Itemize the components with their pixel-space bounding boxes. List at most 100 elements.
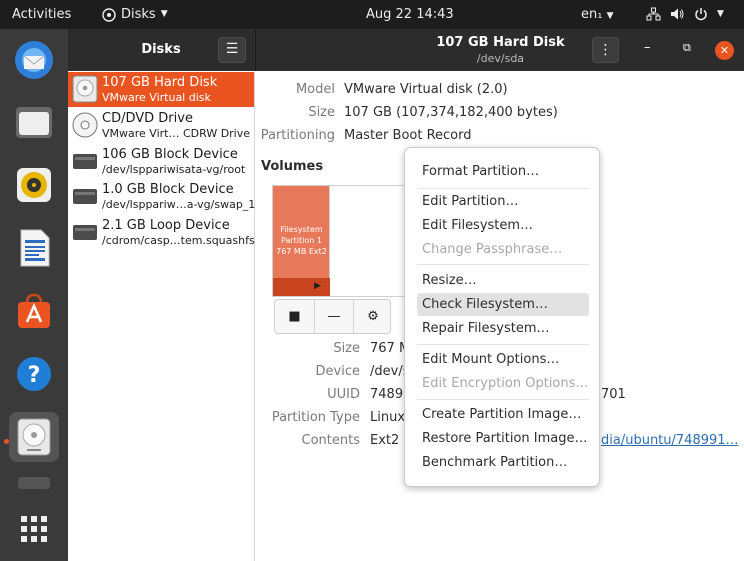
- model-value: VMware Virtual disk (2.0): [344, 82, 508, 97]
- top-bar: Activities Disks ▼ Aug 22 14:43 en₁ ▼ ▼: [0, 0, 744, 29]
- dock-writer[interactable]: [9, 223, 59, 273]
- files-icon: [16, 107, 52, 138]
- hard-disk-icon: [72, 75, 98, 103]
- device-name: 107 GB Hard Disk: [102, 75, 218, 90]
- device-item-hard-disk[interactable]: 107 GB Hard Disk VMware Virtual disk: [68, 72, 254, 107]
- dock-files[interactable]: [9, 97, 59, 147]
- uuid-label: UUID: [327, 387, 360, 402]
- device-item-root-volume[interactable]: 106 GB Block Device /dev/lsppariwisata-v…: [68, 144, 254, 179]
- play-icon: ▶: [314, 281, 321, 291]
- size-label: Size: [308, 105, 335, 120]
- network-icon: [646, 7, 661, 21]
- maximize-button[interactable]: ⧉: [683, 41, 691, 55]
- menu-item-edit-partition[interactable]: Edit Partition…: [417, 190, 589, 213]
- activities-button[interactable]: Activities: [12, 7, 71, 22]
- partition-line: 767 MB Ext2: [276, 247, 327, 256]
- dock-software[interactable]: [9, 286, 59, 336]
- device-name: 106 GB Block Device: [102, 147, 238, 162]
- optical-drive-icon: [72, 112, 98, 138]
- partition-type-label: Partition Type: [271, 410, 360, 425]
- dock: ?: [0, 29, 68, 561]
- block-device-icon: [73, 154, 97, 169]
- partition-options-button[interactable]: ⚙: [353, 300, 392, 333]
- uuid-value-tail: 701: [601, 387, 626, 402]
- svg-text:?: ?: [28, 363, 41, 388]
- dock-help[interactable]: ?: [9, 349, 59, 399]
- hamburger-icon: ☰: [225, 41, 239, 57]
- menu-item-edit-encryption-options: Edit Encryption Options…: [422, 376, 589, 391]
- kebab-icon: ⋮: [598, 42, 613, 58]
- delete-partition-button[interactable]: —: [314, 300, 353, 333]
- menu-item-change-passphrase: Change Passphrase…: [422, 242, 563, 257]
- menu-item-check-filesystem[interactable]: Check Filesystem…: [417, 293, 589, 316]
- app-menu-label: Disks: [121, 7, 156, 22]
- mount-point-link[interactable]: dia/ubuntu/748991…: [601, 433, 739, 448]
- stop-button[interactable]: ■: [275, 300, 314, 333]
- device-sub: /dev/lsppariw…a-vg/swap_1: [102, 198, 256, 211]
- menu-separator: [417, 344, 589, 345]
- volume-icon: [671, 8, 684, 20]
- device-sub: VMware Virt… CDRW Drive: [102, 127, 251, 140]
- clock[interactable]: Aug 22 14:43: [366, 7, 454, 22]
- device-name: 2.1 GB Loop Device: [102, 218, 230, 233]
- menu-item-format-partition[interactable]: Format Partition…: [417, 160, 589, 183]
- menu-item-resize[interactable]: Resize…: [417, 269, 589, 292]
- language-indicator[interactable]: en₁ ▼: [581, 7, 614, 24]
- model-label: Model: [295, 82, 335, 97]
- power-icon: [695, 8, 707, 21]
- device-label: Device: [315, 364, 360, 379]
- device-sub: /cdrom/casp…tem.squashfs: [102, 234, 255, 247]
- partition-block[interactable]: Filesystem Partition 1 767 MB Ext2 ▶: [273, 186, 330, 296]
- partition-line: Filesystem: [280, 225, 323, 234]
- dock-disks[interactable]: [9, 412, 59, 462]
- minimize-button[interactable]: –: [644, 40, 651, 55]
- disk-menu-button[interactable]: ⋮: [592, 37, 619, 63]
- minus-icon: —: [327, 309, 341, 324]
- menu-item-benchmark-partition[interactable]: Benchmark Partition…: [417, 451, 589, 474]
- block-device-icon: [73, 189, 97, 204]
- software-icon: [18, 293, 50, 328]
- system-menu[interactable]: ▼: [646, 7, 724, 22]
- gears-icon: ⚙: [367, 309, 379, 324]
- app-menu[interactable]: Disks ▼: [102, 7, 168, 22]
- device-name: 1.0 GB Block Device: [102, 182, 234, 197]
- loop-device-icon: [73, 225, 97, 240]
- partition-block-label: Filesystem Partition 1 767 MB Ext2: [273, 224, 330, 257]
- partition-options-menu: Format Partition… Edit Partition… Edit F…: [404, 147, 600, 487]
- dock-show-apps[interactable]: [9, 504, 59, 554]
- hamburger-menu-button[interactable]: ☰: [218, 37, 246, 63]
- menu-separator: [417, 188, 589, 189]
- device-item-loop[interactable]: 2.1 GB Loop Device /cdrom/casp…tem.squas…: [68, 215, 255, 250]
- partitioning-value: Master Boot Record: [344, 128, 472, 143]
- dock-rhythmbox[interactable]: [9, 160, 59, 210]
- menu-item-edit-mount-options[interactable]: Edit Mount Options…: [417, 348, 589, 371]
- stop-icon: ■: [288, 309, 301, 324]
- volume-toolbar: ■ — ⚙: [274, 299, 391, 334]
- device-item-swap-volume[interactable]: 1.0 GB Block Device /dev/lsppariw…a-vg/s…: [68, 179, 256, 214]
- partitioning-label: Partitioning: [260, 128, 335, 143]
- menu-item-restore-partition-image[interactable]: Restore Partition Image…: [417, 427, 589, 450]
- menu-item-repair-filesystem[interactable]: Repair Filesystem…: [417, 317, 589, 340]
- device-item-cdrom[interactable]: CD/DVD Drive VMware Virt… CDRW Drive: [68, 108, 254, 143]
- device-name: CD/DVD Drive: [102, 111, 193, 126]
- chevron-down-icon: ▼: [717, 9, 724, 19]
- contents-value: Ext2 (: [370, 433, 409, 448]
- rhythmbox-icon: [17, 168, 51, 202]
- thunderbird-icon: [15, 41, 53, 79]
- dock-partial-item[interactable]: [9, 475, 59, 493]
- contents-label: Contents: [301, 433, 360, 448]
- close-button[interactable]: ✕: [715, 41, 734, 60]
- disks-icon: [17, 418, 51, 456]
- help-icon: ?: [17, 357, 51, 391]
- device-list: 107 GB Hard Disk VMware Virtual disk CD/…: [68, 71, 255, 561]
- menu-item-edit-filesystem[interactable]: Edit Filesystem…: [417, 214, 589, 237]
- device-sub: /dev/lsppariwisata-vg/root: [102, 163, 246, 176]
- writer-icon: [20, 229, 50, 267]
- menu-item-create-partition-image[interactable]: Create Partition Image…: [417, 403, 589, 426]
- size-value: 107 GB (107,374,182,400 bytes): [344, 105, 558, 120]
- dock-thunderbird[interactable]: [9, 35, 59, 85]
- partition-size-label: Size: [333, 341, 360, 356]
- partition-type-value: Linux: [370, 410, 406, 425]
- header-bar: 107 GB Hard Disk /dev/sda ⋮ – ⧉ ✕: [255, 29, 744, 71]
- chevron-down-icon: ▼: [606, 11, 614, 21]
